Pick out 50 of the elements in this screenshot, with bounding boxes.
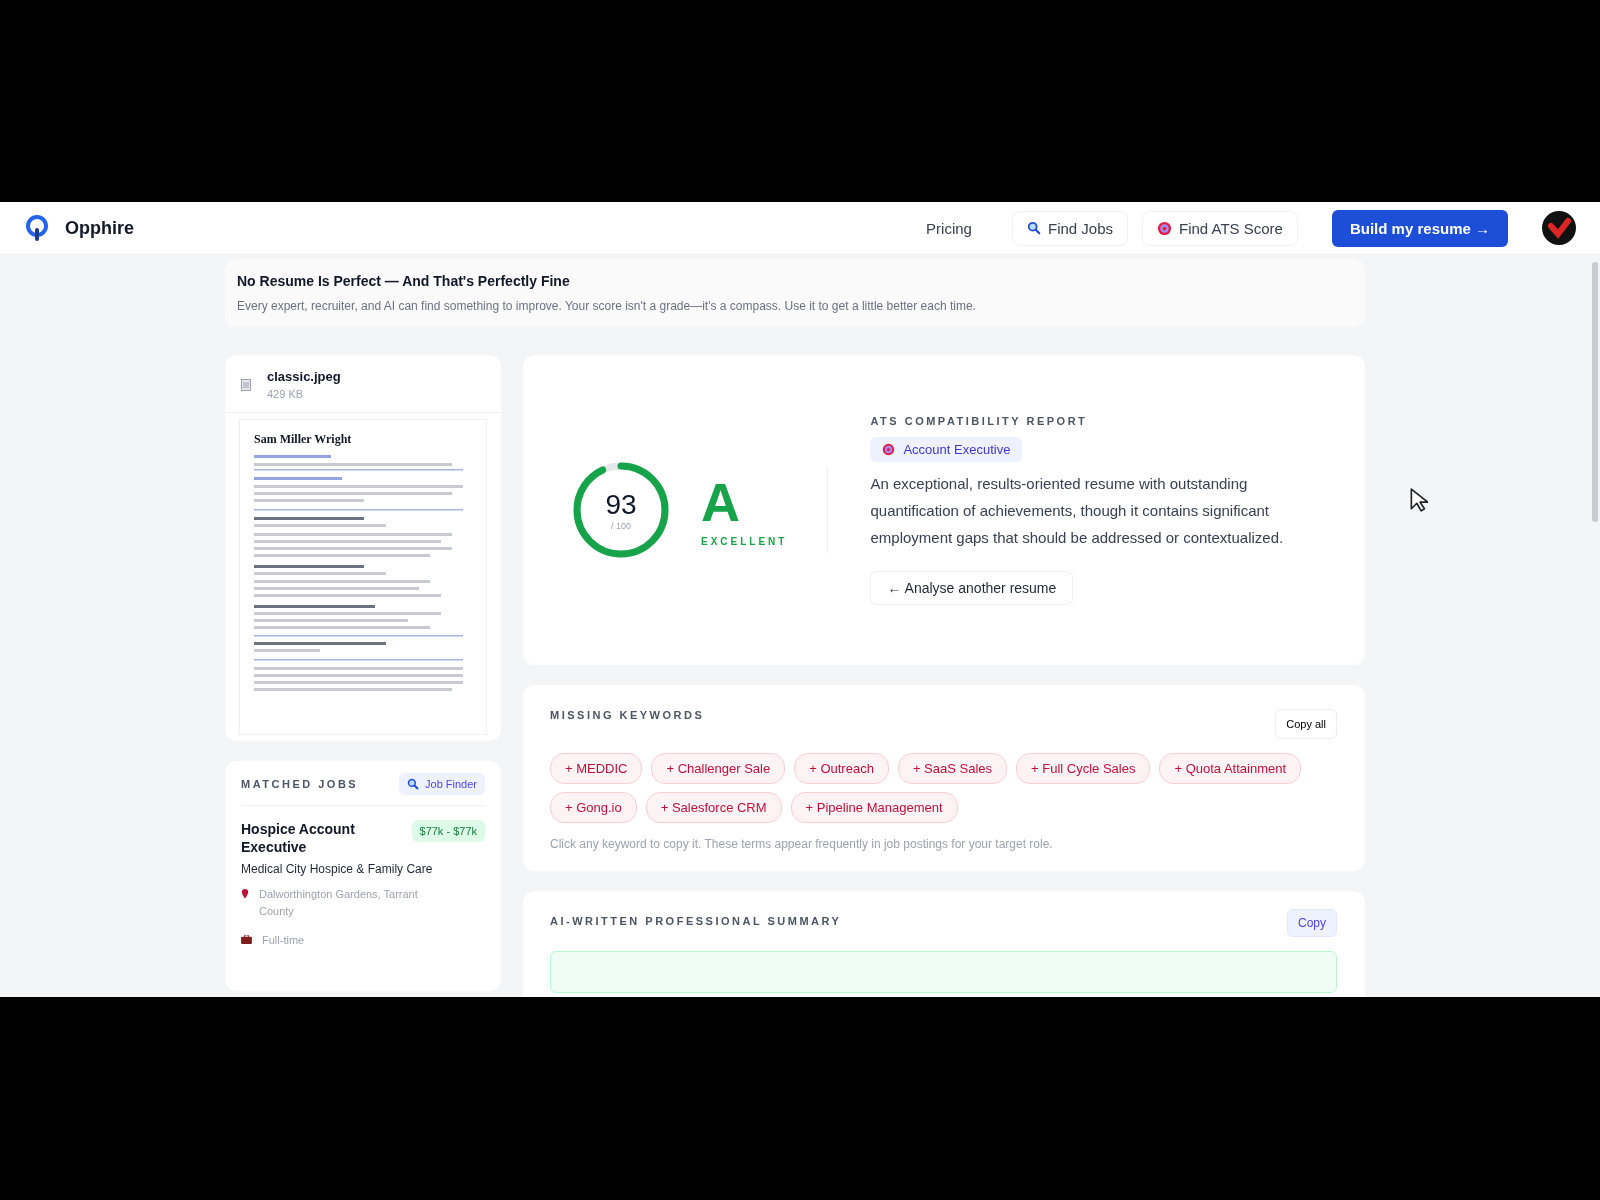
nav-link[interactable]: Pricing xyxy=(912,211,986,245)
job-title[interactable]: Hospice Account Executive xyxy=(241,820,381,856)
score-value: 93 xyxy=(605,489,637,521)
nav-link[interactable]: Find ATS Score xyxy=(1142,210,1298,246)
search-icon xyxy=(1026,221,1041,235)
keywords-hint: Click any keyword to copy it. These terms appear frequently in job postings for your target role. xyxy=(550,837,1054,851)
keyword-chip[interactable]: + Pipeline Management xyxy=(790,792,958,823)
keyword-chip[interactable]: + Challenger Sale xyxy=(651,753,786,784)
banner-title: No Resume Is Perfect — And That's Perfectly Fine xyxy=(237,273,571,289)
analyse-another-button[interactable]: ← Analyse another resume xyxy=(870,571,1074,605)
pin-icon xyxy=(241,889,249,900)
resume-name: Sam Miller Wright xyxy=(254,432,353,447)
target-icon xyxy=(1157,220,1172,236)
section-heading: AI-WRITTEN PROFESSIONAL SUMMARY xyxy=(550,915,842,927)
keyword-chip[interactable]: + Full Cycle Sales xyxy=(1016,753,1151,784)
score-max: / 100 xyxy=(611,521,631,531)
job-location: Dalworthington Gardens, Tarrant County xyxy=(259,887,419,919)
keyword-chip[interactable]: + MEDDIC xyxy=(550,753,643,784)
report-heading: ATS COMPATIBILITY REPORT xyxy=(870,415,1089,427)
avatar-icon[interactable] xyxy=(1542,211,1576,245)
job-finder-button[interactable]: Job Finder xyxy=(399,773,485,795)
search-icon xyxy=(407,778,419,790)
grade-label: EXCELLENT xyxy=(701,535,788,547)
keyword-chip[interactable]: + Gong.io xyxy=(550,792,637,823)
brand-name: Opphire xyxy=(65,217,134,239)
keyword-chip[interactable]: + Outreach xyxy=(794,753,889,784)
section-heading: MISSING KEYWORDS xyxy=(550,709,705,721)
salary-badge: $77k - $77k xyxy=(411,820,485,842)
briefcase-icon xyxy=(241,935,252,944)
banner-text: Every expert, recruiter, and AI can find something to improve. Your score isn't a grade—it's a compass. Use it to get a little better each time. xyxy=(237,299,977,313)
build-resume-button[interactable]: Build my resume → xyxy=(1331,209,1508,247)
copy-all-button[interactable]: Copy all xyxy=(1275,709,1337,739)
company-name: Medical City Hospice & Family Care xyxy=(241,862,434,876)
keyword-chip[interactable]: + Quota Attainment xyxy=(1159,753,1302,784)
section-heading: MATCHED JOBS xyxy=(241,778,359,790)
cursor-icon xyxy=(1410,488,1428,512)
file-icon xyxy=(241,378,251,391)
report-summary: An exceptional, results-oriented resume with outstanding quantification of achievements, though it contains significant employment gaps that should be addressed or contextualized. xyxy=(870,474,1285,548)
job-type: Full-time xyxy=(262,933,305,948)
copy-button[interactable]: Copy xyxy=(1287,909,1337,937)
target-icon xyxy=(882,443,896,456)
keyword-chip[interactable]: + Salesforce CRM xyxy=(645,792,782,823)
file-size: 429 KB xyxy=(267,388,305,400)
role-badge: Account Executive xyxy=(870,437,1023,462)
nav-link[interactable]: Find Jobs xyxy=(1011,210,1128,246)
logo-icon xyxy=(25,214,49,242)
file-name: classic.jpeg xyxy=(267,369,341,384)
keyword-chip[interactable]: + SaaS Sales xyxy=(897,753,1008,784)
scrollbar[interactable] xyxy=(1592,262,1598,522)
grade-letter: A xyxy=(701,473,741,530)
